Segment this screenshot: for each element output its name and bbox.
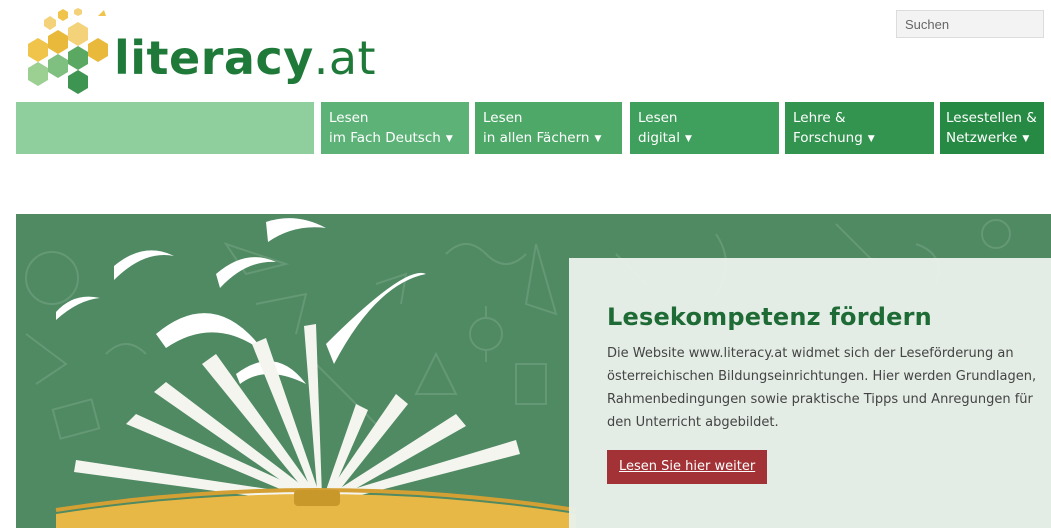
hero-description: Die Website www.literacy.at widmet sich …: [607, 346, 1037, 430]
site-logo[interactable]: literacy.at: [14, 6, 376, 96]
nav-item-line1: Lesen: [329, 110, 369, 126]
nav-item-lehre-forschung[interactable]: Lehre & Forschung ▼: [785, 102, 934, 154]
nav-item-line1: Lesen: [483, 110, 523, 126]
caret-down-icon: ▼: [1022, 134, 1030, 144]
caret-down-icon: ▼: [867, 134, 875, 144]
hero-title: Lesekompetenz fördern: [607, 303, 932, 331]
site-name-main: literacy: [114, 31, 314, 85]
nav-item-line1: Lesen: [638, 110, 678, 126]
nav-item-lesen-im-fach-deutsch[interactable]: Lesen im Fach Deutsch ▼: [321, 102, 469, 154]
caret-down-icon: ▼: [684, 134, 692, 144]
nav-item-lesen-in-allen-faechern[interactable]: Lesen in allen Fächern ▼: [475, 102, 622, 154]
search-input[interactable]: [896, 10, 1044, 38]
site-name: literacy.at: [114, 28, 376, 88]
nav-item-line2: digital: [638, 130, 680, 146]
nav-item-line1: Lesestellen &: [946, 110, 1037, 126]
nav-item-line2: Forschung: [793, 130, 863, 146]
nav-item-line1: Lehre &: [793, 110, 846, 126]
honeycomb-logo-icon: [28, 8, 108, 94]
nav-item-lesen-digital[interactable]: Lesen digital ▼: [630, 102, 779, 154]
caret-down-icon: ▼: [594, 134, 602, 144]
nav-item-line2: Netzwerke: [946, 130, 1018, 146]
site-name-suffix: .at: [313, 31, 377, 85]
nav-item-line2: in allen Fächern: [483, 130, 590, 146]
caret-down-icon: ▼: [445, 134, 453, 144]
nav-bar-background: [16, 102, 314, 154]
read-more-button[interactable]: Lesen Sie hier weiter: [607, 450, 768, 484]
hero-card: Lesekompetenz fördern Die Website www.li…: [569, 258, 1051, 528]
nav-item-lesestellen-netzwerke[interactable]: Lesestellen & Netzwerke ▼: [940, 102, 1044, 154]
nav-item-line2: im Fach Deutsch: [329, 130, 441, 146]
